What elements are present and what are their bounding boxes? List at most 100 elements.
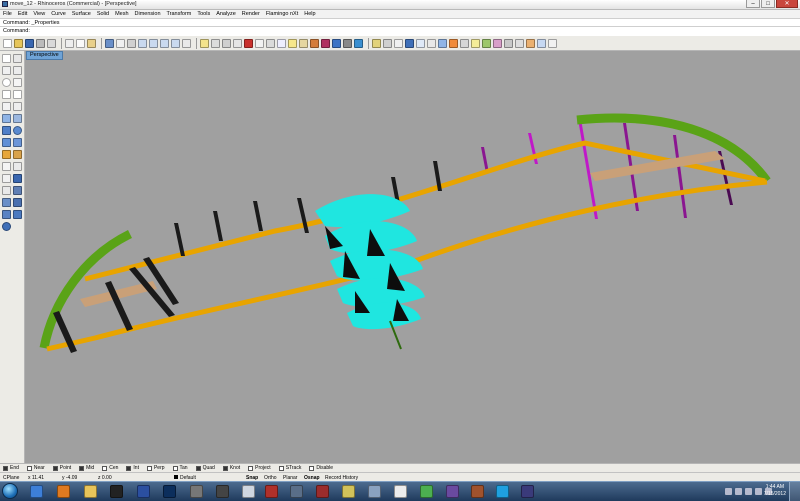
undo-view-icon[interactable] bbox=[182, 38, 191, 48]
rectangle-icon[interactable] bbox=[13, 90, 22, 99]
planar-toggle[interactable]: Planar bbox=[283, 475, 297, 481]
menu-mesh[interactable]: Mesh bbox=[112, 11, 131, 17]
menu-dimension[interactable]: Dimension bbox=[132, 11, 164, 17]
extrude-icon[interactable] bbox=[13, 114, 22, 123]
checkbox[interactable] bbox=[126, 465, 132, 471]
viewport-title-tab[interactable]: Perspective bbox=[26, 51, 63, 60]
material-icon[interactable] bbox=[332, 38, 341, 48]
analyze-icon[interactable] bbox=[394, 38, 403, 48]
menu-view[interactable]: View bbox=[30, 11, 48, 17]
globe-icon[interactable] bbox=[354, 38, 363, 48]
dimension-icon[interactable] bbox=[2, 222, 11, 231]
show-desktop-button[interactable] bbox=[789, 482, 800, 501]
osnap-int[interactable]: Int bbox=[126, 465, 139, 471]
cloud-icon[interactable] bbox=[277, 38, 286, 48]
checkbox[interactable] bbox=[3, 465, 8, 471]
show-icon[interactable] bbox=[255, 38, 264, 48]
explorer-icon[interactable] bbox=[84, 485, 97, 498]
boolean-icon[interactable] bbox=[2, 150, 11, 159]
options-icon[interactable] bbox=[515, 38, 524, 48]
select-arrow-icon[interactable] bbox=[2, 54, 11, 63]
rendered-icon[interactable] bbox=[321, 38, 330, 48]
menu-transform[interactable]: Transform bbox=[164, 11, 195, 17]
camera-icon[interactable] bbox=[460, 38, 469, 48]
point-icon[interactable] bbox=[13, 54, 22, 63]
osnap-project[interactable]: Project bbox=[248, 465, 271, 471]
record-history-toggle[interactable]: Record History bbox=[325, 475, 358, 481]
checkbox[interactable] bbox=[146, 465, 152, 471]
menu-tools[interactable]: Tools bbox=[194, 11, 213, 17]
app-icon[interactable] bbox=[521, 485, 534, 498]
menu-render[interactable]: Render bbox=[239, 11, 263, 17]
new-file-icon[interactable] bbox=[3, 38, 12, 48]
osnap-disable[interactable]: Disable bbox=[309, 465, 333, 471]
mirror-icon[interactable] bbox=[2, 210, 11, 219]
minimize-button[interactable]: – bbox=[746, 0, 760, 8]
copy-icon[interactable] bbox=[76, 38, 85, 48]
curve-icon[interactable] bbox=[13, 66, 22, 75]
osnap-icon[interactable] bbox=[372, 38, 381, 48]
environment-icon[interactable] bbox=[482, 38, 491, 48]
osnap-tan[interactable]: Tan bbox=[172, 465, 188, 471]
close-button[interactable]: ✕ bbox=[776, 0, 798, 8]
layer-icon[interactable] bbox=[222, 38, 231, 48]
ellipse-icon[interactable] bbox=[2, 90, 11, 99]
revolve-icon[interactable] bbox=[13, 138, 22, 147]
render-icon[interactable] bbox=[299, 38, 308, 48]
grid-icon[interactable] bbox=[211, 38, 220, 48]
pan-icon[interactable] bbox=[116, 38, 125, 48]
osnap-point[interactable]: Point bbox=[52, 465, 71, 471]
paste-icon[interactable] bbox=[87, 38, 96, 48]
menu-help[interactable]: Help bbox=[301, 11, 318, 17]
freeform-icon[interactable] bbox=[13, 102, 22, 111]
photoshop-icon[interactable] bbox=[163, 485, 176, 498]
zoom-window-icon[interactable] bbox=[138, 38, 147, 48]
tray-icon[interactable] bbox=[725, 488, 732, 495]
osnap-perp[interactable]: Perp bbox=[146, 465, 165, 471]
arc-icon[interactable] bbox=[13, 78, 22, 87]
gumball-icon[interactable] bbox=[383, 38, 392, 48]
join-icon[interactable] bbox=[2, 174, 11, 183]
explode-icon[interactable] bbox=[13, 174, 22, 183]
import-icon[interactable] bbox=[47, 38, 56, 48]
app-icon[interactable] bbox=[342, 485, 355, 498]
app-icon[interactable] bbox=[471, 485, 484, 498]
measure-icon[interactable] bbox=[405, 38, 414, 48]
checkbox[interactable] bbox=[222, 465, 228, 471]
menu-file[interactable]: File bbox=[0, 11, 15, 17]
texture-icon[interactable] bbox=[493, 38, 502, 48]
osnap-end[interactable]: End bbox=[3, 465, 19, 471]
app-icon[interactable] bbox=[190, 485, 203, 498]
osnap-quad[interactable]: Quad bbox=[195, 465, 215, 471]
zoom-selected-icon[interactable] bbox=[171, 38, 180, 48]
flamingo-icon[interactable] bbox=[449, 38, 458, 48]
layer-color-swatch[interactable] bbox=[174, 475, 178, 479]
checkbox[interactable] bbox=[26, 465, 32, 471]
trim-icon[interactable] bbox=[2, 162, 11, 171]
light-icon[interactable] bbox=[471, 38, 480, 48]
checkbox[interactable] bbox=[278, 465, 284, 471]
zoom-dynamic-icon[interactable] bbox=[149, 38, 158, 48]
undo-icon[interactable] bbox=[105, 38, 114, 48]
osnap-knot[interactable]: Knot bbox=[222, 465, 240, 471]
app-icon[interactable] bbox=[242, 485, 255, 498]
copy-tool-icon[interactable] bbox=[13, 186, 22, 195]
surface-icon[interactable] bbox=[2, 114, 11, 123]
rotate-view-icon[interactable] bbox=[127, 38, 136, 48]
checkbox[interactable] bbox=[172, 465, 178, 471]
app-icon[interactable] bbox=[316, 485, 329, 498]
ortho-toggle[interactable]: Ortho bbox=[264, 475, 277, 481]
checkbox[interactable] bbox=[248, 465, 254, 471]
hide-icon[interactable] bbox=[244, 38, 253, 48]
tray-icon[interactable] bbox=[745, 488, 752, 495]
perspective-viewport[interactable]: Perspective bbox=[25, 51, 800, 463]
acrobat-icon[interactable] bbox=[265, 485, 278, 498]
network-icon[interactable] bbox=[755, 488, 762, 495]
start-button[interactable] bbox=[2, 483, 18, 499]
menu-analyze[interactable]: Analyze bbox=[213, 11, 239, 17]
shaded-icon[interactable] bbox=[310, 38, 319, 48]
rotate-icon[interactable] bbox=[2, 198, 11, 207]
solid-box-icon[interactable] bbox=[2, 126, 11, 135]
paint-icon[interactable] bbox=[137, 485, 150, 498]
cut-icon[interactable] bbox=[65, 38, 74, 48]
